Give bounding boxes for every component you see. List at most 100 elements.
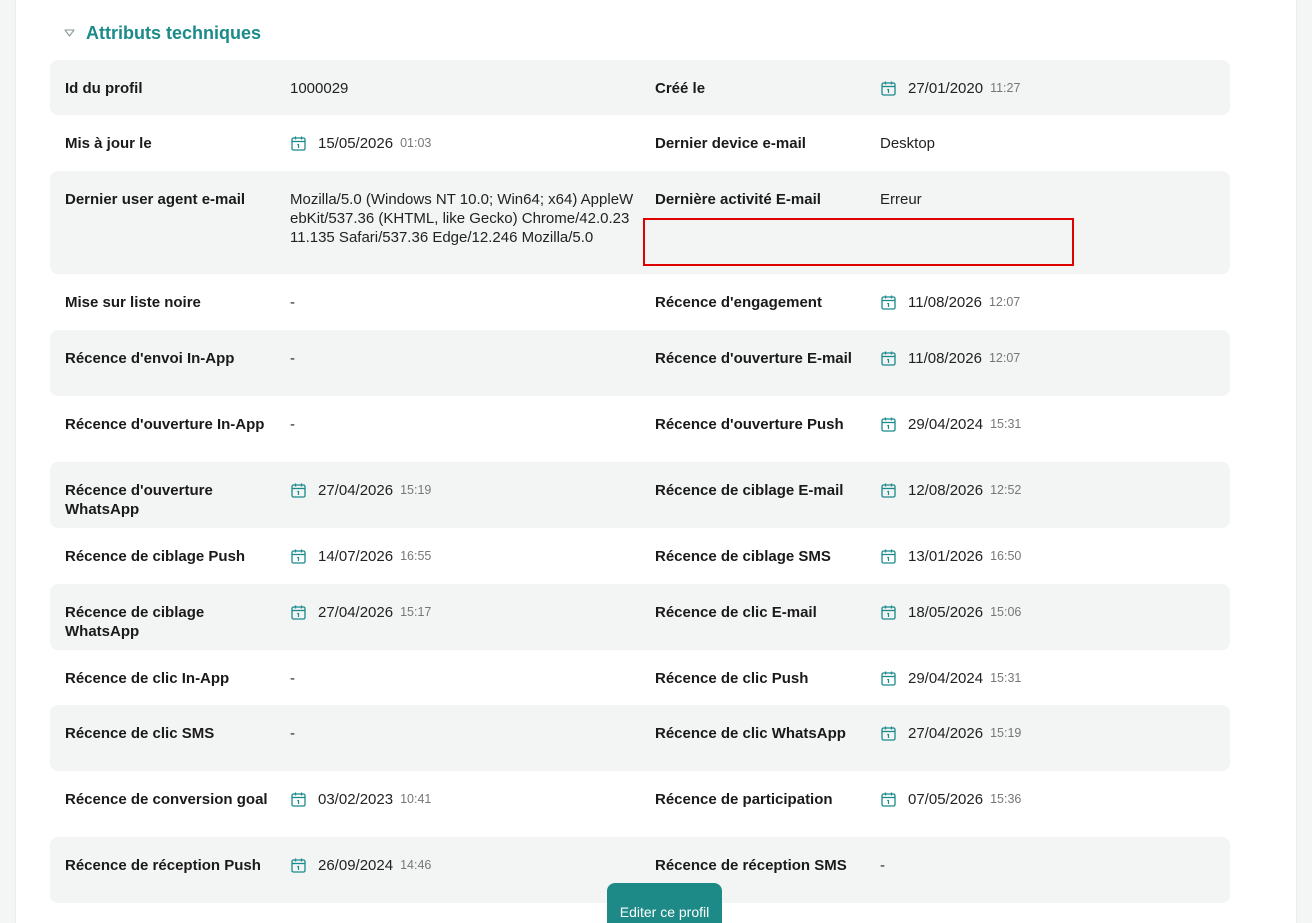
- date-value: 14/07/2026 16:55: [290, 528, 655, 584]
- calendar-icon: [290, 791, 307, 808]
- date-value: 29/04/2024 15:31: [880, 396, 1215, 462]
- date-display: 27/04/2026 15:19: [880, 724, 1021, 743]
- attribute-value: -: [290, 416, 295, 433]
- calendar-icon: [880, 350, 897, 367]
- date-display: 29/04/2024 15:31: [880, 415, 1021, 434]
- attribute-label: Récence de ciblage SMS: [655, 548, 831, 565]
- date-text: 29/04/2024: [908, 670, 984, 687]
- attribute-label: Récence d'ouverture Push: [655, 416, 844, 433]
- date-text: 27/04/2026: [318, 482, 394, 499]
- time-text: 10:41: [400, 792, 432, 806]
- attribute-label: Créé le: [655, 80, 706, 97]
- edit-profile-button[interactable]: Editer ce profil: [607, 883, 722, 923]
- attribute-value: -: [290, 670, 295, 687]
- calendar-icon: [880, 80, 897, 97]
- date-value: 27/04/2026 15:17: [290, 584, 655, 650]
- date-display: 27/04/2026 15:19: [290, 481, 431, 500]
- attribute-value: -: [290, 350, 295, 367]
- date-display: 15/05/2026 01:03: [290, 134, 431, 153]
- attribute-value: Mozilla/5.0 (Windows NT 10.0; Win64; x64…: [290, 191, 634, 246]
- date-value: 11/08/2026 12:07: [880, 330, 1215, 396]
- table-row: Récence d'envoi In-App - Récence d'ouvertu…: [50, 330, 1230, 396]
- date-text: 11/08/2026: [908, 294, 982, 311]
- table-row: Récence d'ouverture In-App - Récence d'ouv…: [50, 396, 1230, 462]
- date-value: 13/01/2026 16:50: [880, 528, 1215, 584]
- calendar-icon: [880, 548, 897, 565]
- date-text: 27/01/2020: [908, 80, 984, 97]
- time-text: 12:07: [988, 351, 1021, 365]
- table-row: Id du profil 1000029 Créé le 27/01/2020 11:2…: [50, 60, 1230, 115]
- attribute-label: Récence de clic WhatsApp: [655, 725, 846, 742]
- time-text: 01:03: [400, 136, 432, 150]
- attribute-value: 1000029: [290, 80, 349, 97]
- attribute-label: Récence de clic Push: [655, 670, 809, 687]
- date-value: 12/08/2026 12:52: [880, 462, 1215, 528]
- time-text: 15:36: [990, 792, 1022, 806]
- calendar-icon: [290, 548, 307, 565]
- time-text: 15:19: [990, 726, 1022, 740]
- date-text: 11/08/2026: [908, 350, 982, 367]
- date-text: 18/05/2026: [908, 604, 984, 621]
- attribute-label: Dernier device e-mail: [655, 135, 806, 152]
- date-text: 13/01/2026: [908, 548, 984, 565]
- date-value: 26/09/2024 14:46: [290, 837, 655, 903]
- calendar-icon: [880, 416, 897, 433]
- attribute-label: Récence de ciblage WhatsApp: [65, 604, 205, 640]
- date-value: 03/02/2023 10:41: [290, 771, 655, 837]
- table-row: Mis à jour le 15/05/2026 01:03 Dernier devi…: [50, 115, 1230, 171]
- attribute-label: Dernière activité E-mail: [655, 191, 821, 208]
- date-display: 26/09/2024 14:46: [290, 856, 431, 875]
- calendar-icon: [880, 482, 897, 499]
- time-text: 12:52: [990, 483, 1022, 497]
- time-text: 16:55: [400, 549, 432, 563]
- calendar-icon: [290, 604, 307, 621]
- date-text: 12/08/2026: [908, 482, 984, 499]
- date-display: 11/08/2026 12:07: [880, 293, 1020, 312]
- attribute-label: Récence d'ouverture E-mail: [655, 350, 852, 367]
- date-display: 27/04/2026 15:17: [290, 603, 431, 622]
- attribute-value: Desktop: [880, 135, 936, 152]
- date-text: 15/05/2026: [318, 135, 394, 152]
- date-text: 27/04/2026: [908, 725, 984, 742]
- date-text: 29/04/2024: [908, 416, 984, 433]
- date-display: 29/04/2024 15:31: [880, 669, 1021, 688]
- date-display: 12/08/2026 12:52: [880, 481, 1021, 500]
- section-toggle-technical-attributes[interactable]: Attributs techniques: [62, 20, 261, 46]
- calendar-icon: [880, 670, 897, 687]
- date-display: 18/05/2026 15:06: [880, 603, 1021, 622]
- calendar-icon: [290, 857, 307, 874]
- attribute-label: Récence d'ouverture WhatsApp: [65, 482, 213, 518]
- time-text: 12:07: [988, 295, 1021, 309]
- attribute-label: Récence d'envoi In-App: [65, 350, 235, 367]
- table-row: Mise sur liste noire - Récence d'engagemen…: [50, 274, 1230, 330]
- chevron-down-icon: [62, 26, 76, 40]
- date-value: 27/04/2026 15:19: [290, 462, 655, 528]
- table-row: Récence de ciblage WhatsApp 27/04/2026 15:…: [50, 584, 1230, 650]
- calendar-icon: [290, 482, 307, 499]
- time-text: 11:27: [990, 81, 1021, 95]
- attribute-label: Récence d'ouverture In-App: [65, 416, 265, 433]
- attribute-label: Id du profil: [65, 80, 143, 97]
- table-row: Récence de clic In-App - Récence de clic P…: [50, 650, 1230, 705]
- calendar-icon: [880, 791, 897, 808]
- attribute-label: Mis à jour le: [65, 135, 152, 152]
- table-row: Récence d'ouverture WhatsApp 27/04/2026 15…: [50, 462, 1230, 528]
- table-row: Récence de clic SMS - Récence de clic What…: [50, 705, 1230, 771]
- date-text: 03/02/2023: [318, 791, 394, 808]
- date-display: 14/07/2026 16:55: [290, 547, 431, 566]
- time-text: 15:31: [990, 417, 1022, 431]
- date-text: 14/07/2026: [318, 548, 394, 565]
- attribute-value: -: [880, 857, 885, 874]
- calendar-icon: [880, 294, 897, 311]
- time-text: 14:46: [400, 858, 432, 872]
- attribute-label: Récence d'engagement: [655, 294, 822, 311]
- attribute-label: Récence de clic SMS: [65, 725, 215, 742]
- attribute-label: Récence de réception Push: [65, 857, 261, 874]
- date-value: 11/08/2026 12:07: [880, 274, 1215, 330]
- table-row: Récence de ciblage Push 14/07/2026 16:55 Ré…: [50, 528, 1230, 584]
- time-text: 15:17: [400, 605, 432, 619]
- table-row: Récence de conversion goal 03/02/2023 10:4…: [50, 771, 1230, 837]
- date-display: 11/08/2026 12:07: [880, 349, 1020, 368]
- calendar-icon: [880, 725, 897, 742]
- attribute-label: Récence de conversion goal: [65, 791, 268, 808]
